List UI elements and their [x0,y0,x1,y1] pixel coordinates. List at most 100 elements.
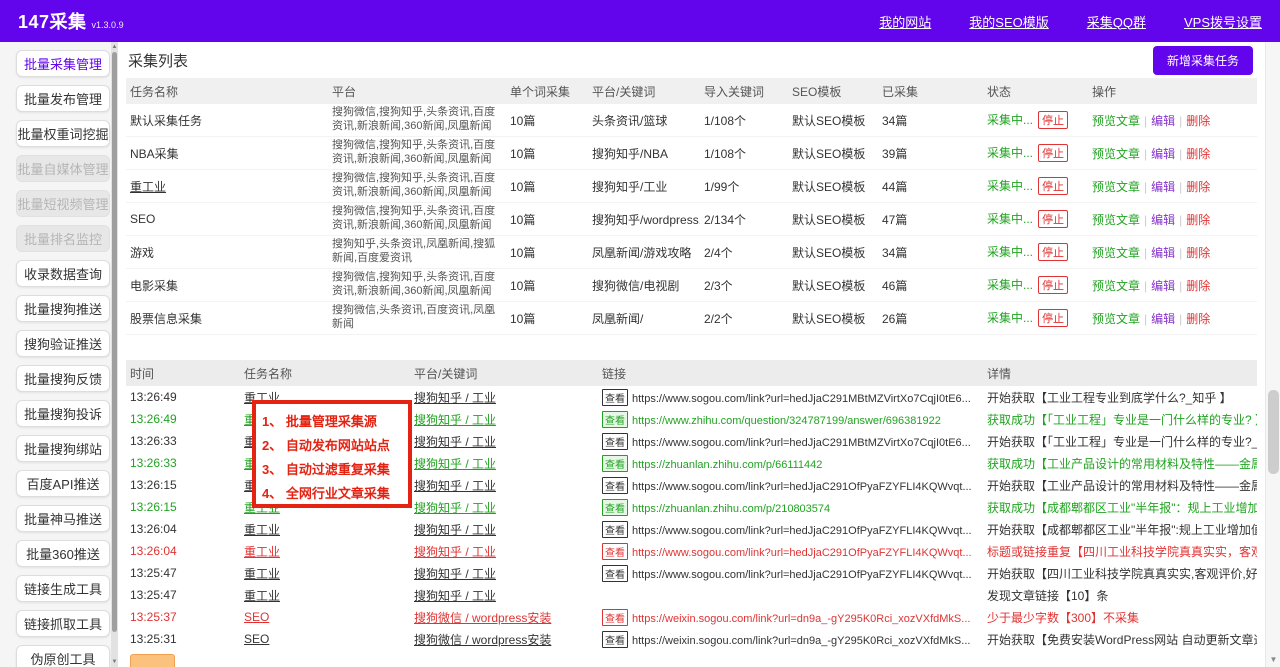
edit-link[interactable]: 编辑 [1151,114,1175,128]
sidebar-item[interactable]: 批量权重词挖掘 [16,120,110,147]
result-url[interactable]: https://www.sogou.com/link?url=hedJjaC29… [632,393,971,405]
preview-article-link[interactable]: 预览文章 [1092,147,1140,161]
nav-link[interactable]: 采集QQ群 [1087,12,1146,31]
task-name-link[interactable]: 重工业 [244,545,280,559]
preview-article-link[interactable]: 预览文章 [1092,279,1140,293]
view-button[interactable]: 查看 [602,477,628,494]
nav-link[interactable]: VPS拨号设置 [1184,12,1262,31]
sidebar-item[interactable]: 收录数据查询 [16,260,110,287]
sidebar-item[interactable]: 伪原创工具 [16,645,110,667]
sidebar-item[interactable]: 链接生成工具 [16,575,110,602]
sidebar-item[interactable]: 批量搜狗推送 [16,295,110,322]
status-badge: 采集中... [987,146,1033,160]
preview-article-link[interactable]: 预览文章 [1092,213,1140,227]
edit-link[interactable]: 编辑 [1151,147,1175,161]
scroll-up-icon[interactable]: ▲ [111,42,118,52]
platform-keyword-link[interactable]: 搜狗知乎 / 工业 [414,457,496,471]
pagination-button[interactable] [130,654,175,667]
view-button[interactable]: 查看 [602,631,628,648]
sidebar-item[interactable]: 链接抓取工具 [16,610,110,637]
task-name-link[interactable]: 重工业 [244,589,280,603]
edit-link[interactable]: 编辑 [1151,279,1175,293]
sidebar-item[interactable]: 批量神马推送 [16,505,110,532]
result-url[interactable]: https://weixin.sogou.com/link?url=dn9a_-… [632,613,970,625]
platform-keyword-link[interactable]: 搜狗知乎 / 工业 [414,501,496,515]
platform-keyword-link[interactable]: 搜狗知乎 / 工业 [414,545,496,559]
delete-link[interactable]: 删除 [1186,246,1210,260]
stop-button[interactable]: 停止 [1038,276,1068,294]
platform-keyword-link[interactable]: 搜狗知乎 / 工业 [414,479,496,493]
result-url[interactable]: https://www.sogou.com/link?url=hedJjaC29… [632,547,972,559]
edit-link[interactable]: 编辑 [1151,180,1175,194]
stop-button[interactable]: 停止 [1038,309,1068,327]
result-url[interactable]: https://www.sogou.com/link?url=hedJjaC29… [632,481,972,493]
delete-link[interactable]: 删除 [1186,312,1210,326]
delete-link[interactable]: 删除 [1186,213,1210,227]
platform-keyword-link[interactable]: 搜狗知乎 / 工业 [414,523,496,537]
platform-keyword-link[interactable]: 搜狗知乎 / 工业 [414,391,496,405]
view-button[interactable]: 查看 [602,411,628,428]
task-name-link[interactable]: SEO [244,610,269,624]
sidebar-item[interactable]: 批量搜狗投诉 [16,400,110,427]
result-url[interactable]: https://www.sogou.com/link?url=hedJjaC29… [632,569,972,581]
view-button[interactable]: 查看 [602,433,628,450]
stop-button[interactable]: 停止 [1038,210,1068,228]
platform-keyword-link[interactable]: 搜狗微信 / wordpress安装 [414,633,551,647]
preview-article-link[interactable]: 预览文章 [1092,180,1140,194]
stop-button[interactable]: 停止 [1038,144,1068,162]
sidebar-item[interactable]: 批量搜狗反馈 [16,365,110,392]
platform-keyword-link[interactable]: 搜狗知乎 / 工业 [414,567,496,581]
sidebar-item[interactable]: 批量发布管理 [16,85,110,112]
stop-button[interactable]: 停止 [1038,177,1068,195]
delete-link[interactable]: 删除 [1186,279,1210,293]
sidebar-scrollbar[interactable]: ▲ ▼ [111,42,118,667]
sidebar-item[interactable]: 批量搜狗绑站 [16,435,110,462]
nav-link[interactable]: 我的网站 [879,12,931,31]
result-url[interactable]: https://zhuanlan.zhihu.com/p/66111442 [632,459,822,471]
view-button[interactable]: 查看 [602,455,628,472]
delete-link[interactable]: 删除 [1186,180,1210,194]
scroll-down-icon[interactable]: ▼ [111,657,118,667]
platform-keyword-link[interactable]: 搜狗知乎 / 工业 [414,589,496,603]
result-url[interactable]: https://weixin.sogou.com/link?url=dn9a_-… [632,635,970,647]
sidebar-item[interactable]: 批量360推送 [16,540,110,567]
task-name-link[interactable]: 重工业 [244,523,280,537]
sidebar-item[interactable]: 搜狗验证推送 [16,330,110,357]
preview-article-link[interactable]: 预览文章 [1092,114,1140,128]
stop-button[interactable]: 停止 [1038,243,1068,261]
stop-button[interactable]: 停止 [1038,111,1068,129]
delete-link[interactable]: 删除 [1186,114,1210,128]
view-button[interactable]: 查看 [602,565,628,582]
new-task-button[interactable]: 新增采集任务 [1153,46,1253,75]
edit-link[interactable]: 编辑 [1151,312,1175,326]
result-url[interactable]: https://www.sogou.com/link?url=hedJjaC29… [632,437,971,449]
view-button[interactable]: 查看 [602,543,628,560]
task-name-link[interactable]: 重工业 [244,567,280,581]
scroll-down-icon[interactable]: ▼ [1266,653,1280,667]
delete-link[interactable]: 删除 [1186,147,1210,161]
sidebar-item[interactable]: 批量采集管理 [16,50,110,77]
platform-keyword-link[interactable]: 搜狗微信 / wordpress安装 [414,611,551,625]
result-url[interactable]: https://www.sogou.com/link?url=hedJjaC29… [632,525,972,537]
result-url[interactable]: https://www.zhihu.com/question/324787199… [632,415,941,427]
task-name-link[interactable]: SEO [244,632,269,646]
task-name[interactable]: 重工业 [130,180,166,194]
result-url[interactable]: https://zhuanlan.zhihu.com/p/210803574 [632,503,830,515]
platform-keyword-link[interactable]: 搜狗知乎 / 工业 [414,435,496,449]
sidebar-scrollbar-thumb[interactable] [112,52,117,632]
edit-link[interactable]: 编辑 [1151,213,1175,227]
nav-link[interactable]: 我的SEO模版 [969,12,1048,31]
view-button[interactable]: 查看 [602,521,628,538]
preview-article-link[interactable]: 预览文章 [1092,312,1140,326]
cell-seo: 默认SEO模板 [788,244,878,261]
view-button[interactable]: 查看 [602,499,628,516]
platform-keyword-link[interactable]: 搜狗知乎 / 工业 [414,413,496,427]
annotation-line: 3、 自动过滤重复采集 [262,458,404,482]
window-scrollbar-thumb[interactable] [1268,390,1279,474]
view-button[interactable]: 查看 [602,389,628,406]
preview-article-link[interactable]: 预览文章 [1092,246,1140,260]
window-scrollbar[interactable]: ▼ [1265,42,1280,667]
edit-link[interactable]: 编辑 [1151,246,1175,260]
view-button[interactable]: 查看 [602,609,628,626]
sidebar-item[interactable]: 百度API推送 [16,470,110,497]
